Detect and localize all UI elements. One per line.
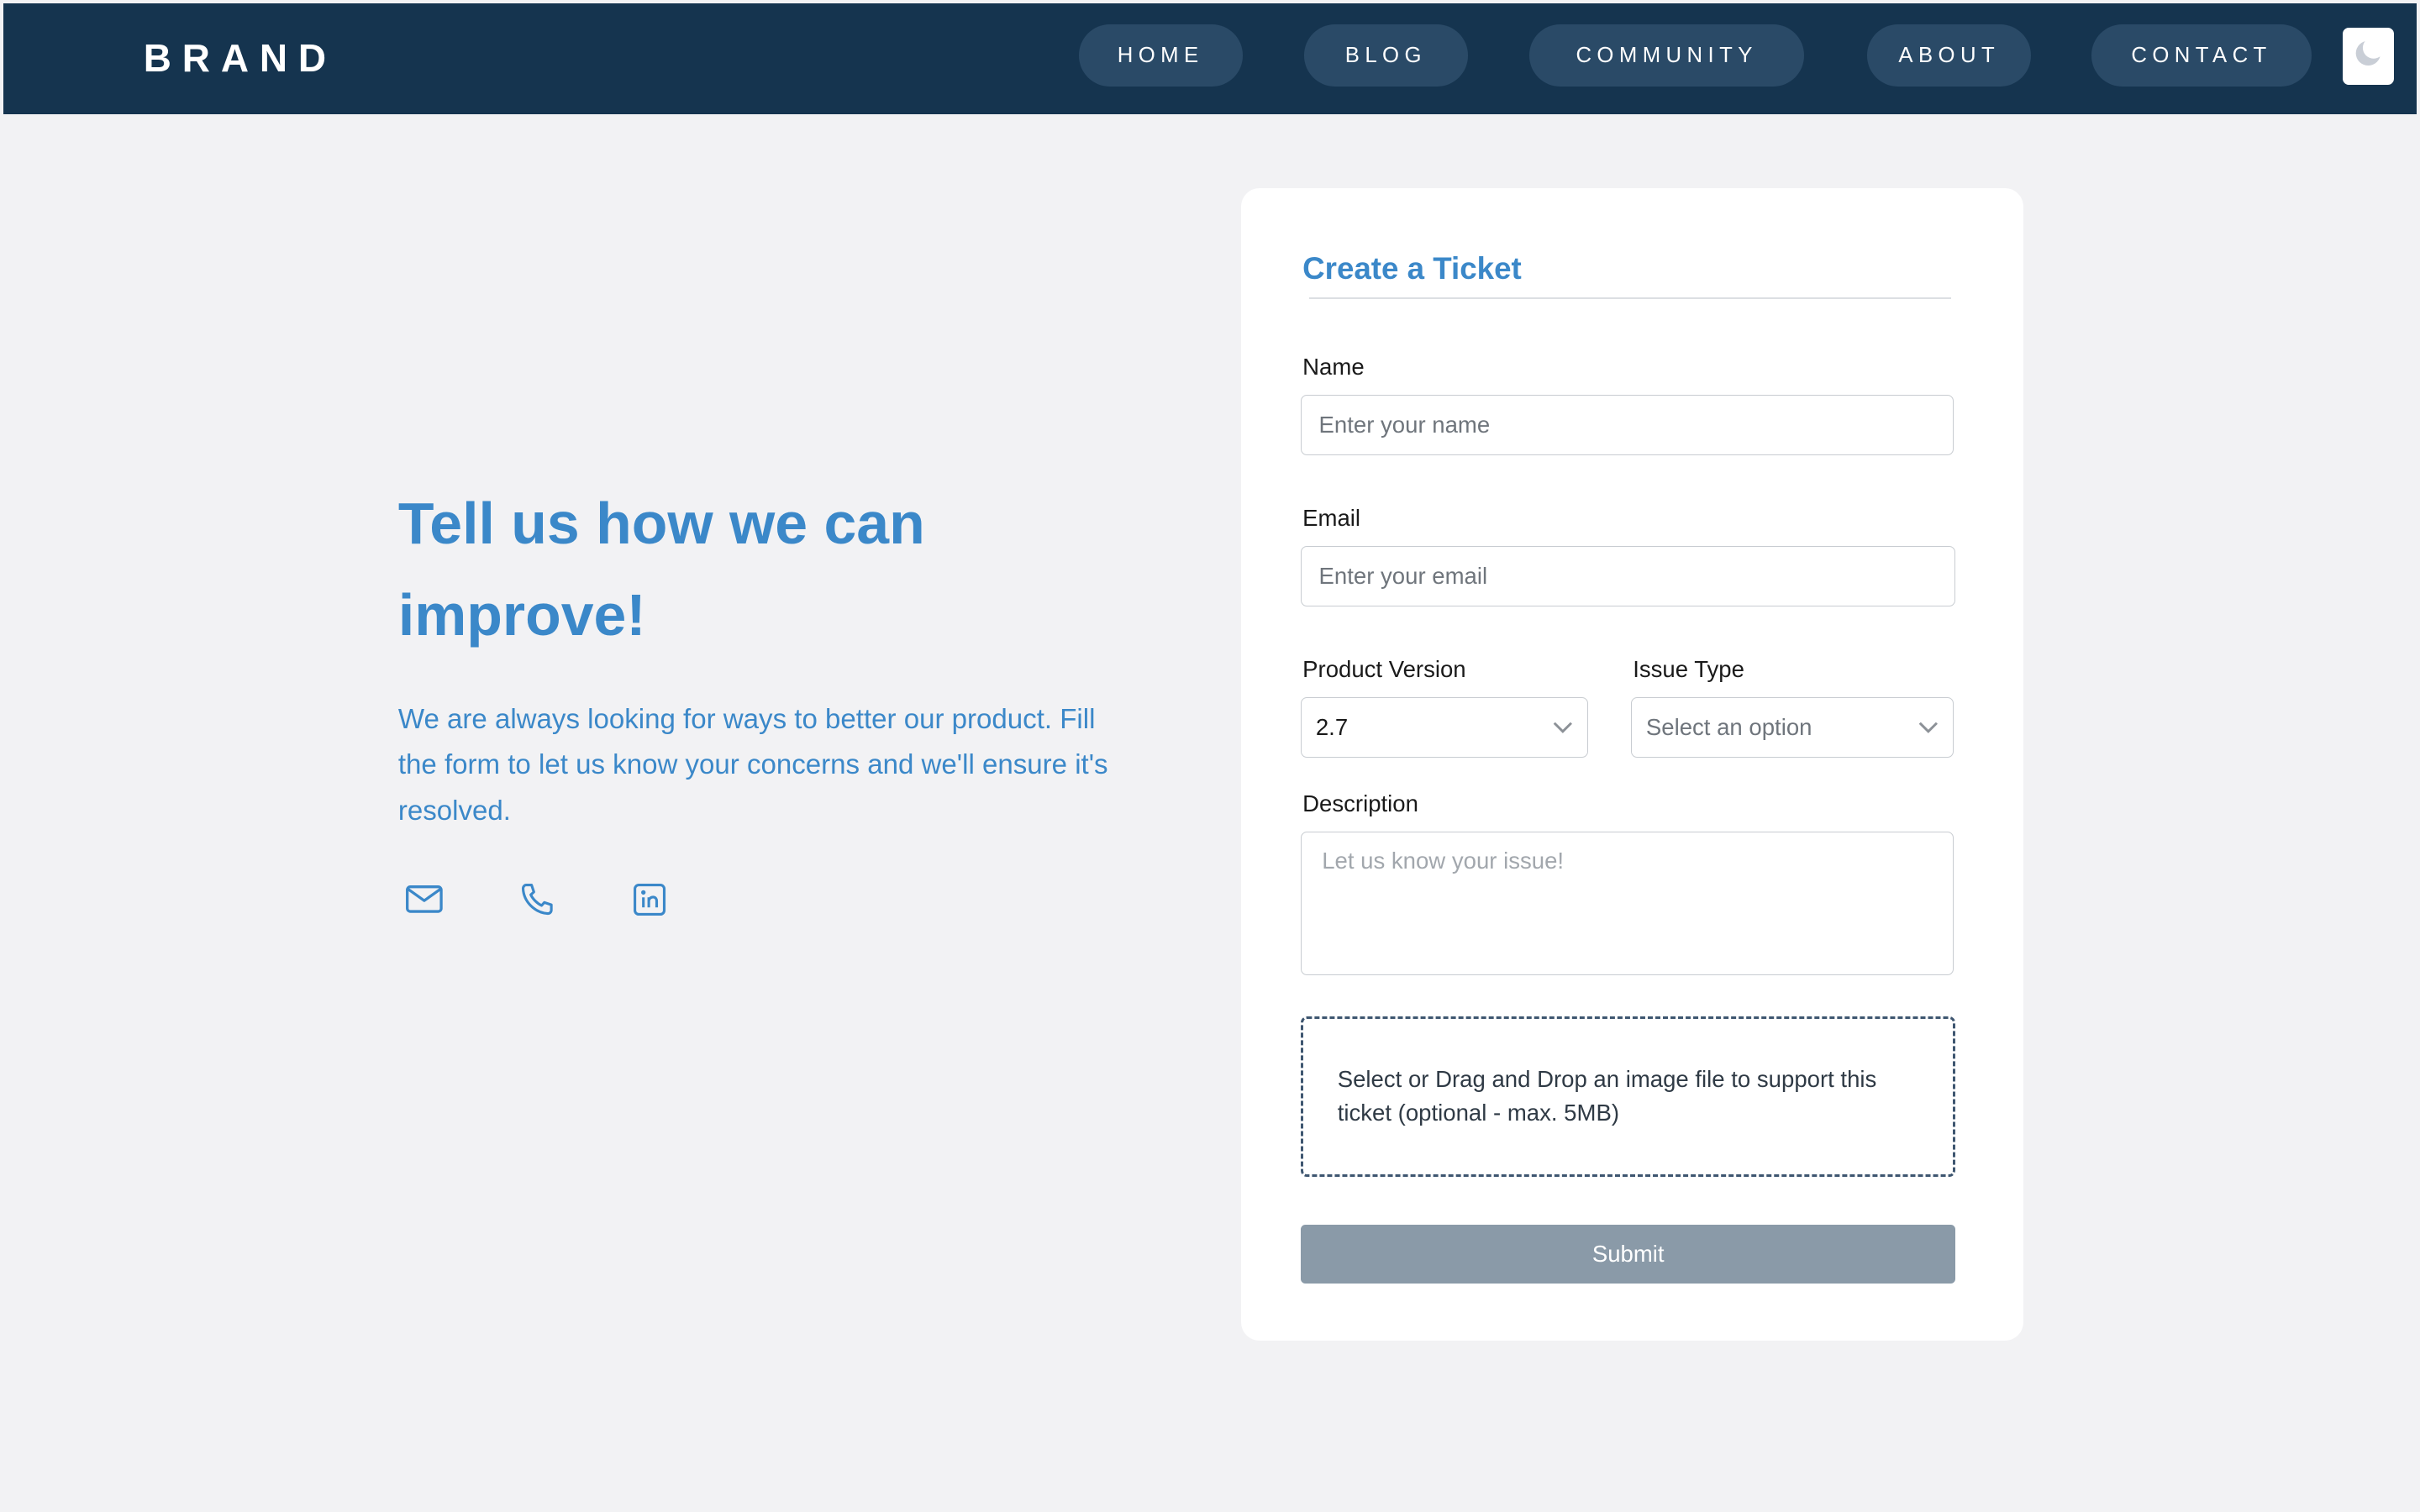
nav-item-home[interactable]: HOME xyxy=(1078,24,1243,87)
hero-title: Tell us how we can improve! xyxy=(397,491,925,648)
form-title: Create a Ticket xyxy=(1302,250,1522,286)
description-label: Description xyxy=(1302,790,1418,816)
issue-type-placeholder: Select an option xyxy=(1645,713,1812,740)
chevron-down-icon xyxy=(1918,721,1939,735)
top-nav: BRAND HOME BLOG COMMUNITY ABOUT CONTACT xyxy=(3,3,2417,114)
image-dropzone[interactable]: Select or Drag and Drop an image file to… xyxy=(1301,1016,1956,1178)
theme-toggle-button[interactable] xyxy=(2343,28,2394,85)
nav-item-contact[interactable]: CONTACT xyxy=(2091,24,2312,87)
product-version-label: Product Version xyxy=(1302,655,1466,682)
email-label: Email xyxy=(1302,504,1361,531)
ticket-form-card: Create a Ticket Name Email Product Versi… xyxy=(1240,188,2023,1341)
product-version-value: 2.7 xyxy=(1315,713,1349,740)
product-version-select[interactable]: 2.7 xyxy=(1301,697,1588,758)
hero-description: We are always looking for ways to better… xyxy=(397,704,1108,827)
phone-icon[interactable] xyxy=(517,879,557,920)
linkedin-icon[interactable] xyxy=(629,879,670,920)
title-divider xyxy=(1308,297,1951,300)
name-input[interactable] xyxy=(1301,395,1954,455)
nav-item-community[interactable]: COMMUNITY xyxy=(1529,24,1805,87)
issue-type-label: Issue Type xyxy=(1633,655,1744,682)
name-label: Name xyxy=(1302,353,1365,380)
mail-icon[interactable] xyxy=(404,879,445,920)
issue-type-select[interactable]: Select an option xyxy=(1631,697,1954,758)
chevron-down-icon xyxy=(1552,721,1574,735)
nav-item-about[interactable]: ABOUT xyxy=(1867,24,2032,87)
nav-item-blog[interactable]: BLOG xyxy=(1304,24,1468,87)
submit-button[interactable]: Submit xyxy=(1301,1225,1956,1284)
email-input[interactable] xyxy=(1301,546,1956,606)
dropzone-text: Select or Drag and Drop an image file to… xyxy=(1337,1065,1877,1126)
description-textarea[interactable] xyxy=(1301,831,1954,975)
brand-logo[interactable]: BRAND xyxy=(144,36,337,80)
moon-icon xyxy=(2353,36,2385,76)
